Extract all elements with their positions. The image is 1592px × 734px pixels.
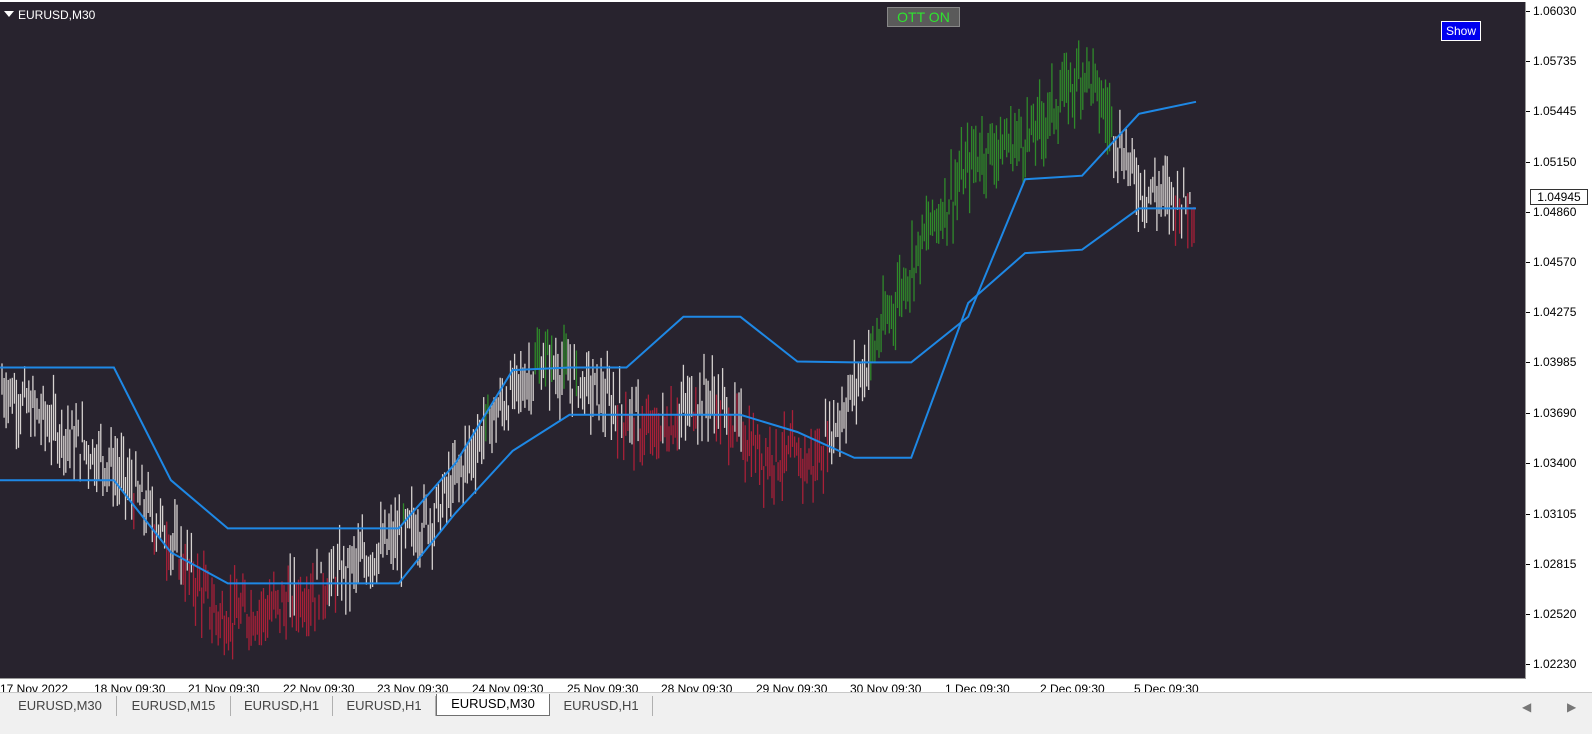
tab-eurusd-h1-1[interactable]: EURUSD,H1: [231, 696, 333, 716]
price-tick: [1526, 261, 1530, 263]
tab-eurusd-m30-active[interactable]: EURUSD,M30: [436, 694, 550, 716]
price-tick: [1526, 563, 1530, 565]
price-tick: [1526, 614, 1530, 616]
price-tick: [1526, 362, 1530, 364]
price-label: 1.02815: [1533, 556, 1577, 571]
tab-label: EURUSD,M30: [18, 698, 102, 713]
price-label: 1.04275: [1533, 305, 1577, 320]
price-tick: [1526, 664, 1530, 666]
price-label: 1.05735: [1533, 54, 1577, 69]
price-label: 1.02520: [1533, 607, 1577, 622]
price-tick: [1526, 10, 1530, 12]
symbol-text: EURUSD,M30: [18, 8, 96, 22]
tab-scroll-right-icon[interactable]: ▶: [1567, 700, 1576, 714]
tab-eurusd-m15[interactable]: EURUSD,M15: [117, 696, 231, 716]
price-tick: [1526, 61, 1530, 63]
tab-eurusd-m30-1[interactable]: EURUSD,M30: [4, 696, 117, 716]
tab-label: EURUSD,M15: [131, 698, 216, 713]
ott-toggle-button[interactable]: OTT ON: [887, 7, 960, 27]
price-label: 1.05150: [1533, 154, 1577, 169]
chart-window: EURUSD,M30 OTT ON Show 1.06030 1.05735 1.0…: [0, 0, 1592, 707]
tab-scroll-left-icon[interactable]: ◀: [1522, 700, 1531, 714]
tab-label: EURUSD,M30: [451, 696, 535, 711]
price-tick: [1526, 161, 1530, 163]
tab-label: EURUSD,H1: [243, 698, 320, 713]
price-tick: [1526, 312, 1530, 314]
price-label: 1.05445: [1533, 104, 1577, 119]
price-label: 1.02230: [1533, 657, 1577, 672]
tab-label: EURUSD,H1: [563, 698, 639, 713]
price-label: 1.03690: [1533, 406, 1577, 421]
price-label: 1.04570: [1533, 254, 1577, 269]
symbol-label: EURUSD,M30: [4, 8, 95, 22]
price-axis[interactable]: 1.06030 1.05735 1.05445 1.05150 1.04860 1.045…: [1526, 2, 1592, 678]
price-label: 1.04860: [1533, 204, 1577, 219]
price-label: 1.03985: [1533, 355, 1577, 370]
price-tick: [1526, 211, 1530, 213]
tab-label: EURUSD,H1: [346, 698, 422, 713]
price-label: 1.03400: [1533, 455, 1577, 470]
chart-tab-bar: EURUSD,M30 EURUSD,M15 EURUSD,H1 EURUSD,H…: [0, 692, 1592, 734]
price-tick: [1526, 413, 1530, 415]
show-button[interactable]: Show: [1441, 21, 1481, 41]
price-label: 1.06030: [1533, 3, 1577, 18]
tab-eurusd-h1-3[interactable]: EURUSD,H1: [550, 696, 653, 716]
dropdown-triangle-icon[interactable]: [4, 11, 14, 17]
price-tick: [1526, 462, 1530, 464]
chart-svg[interactable]: [0, 2, 1525, 678]
price-label: 1.03105: [1533, 506, 1577, 521]
price-chart[interactable]: EURUSD,M30 OTT ON Show: [0, 2, 1526, 679]
ott-lower-band: [0, 207, 1196, 585]
tab-eurusd-h1-2[interactable]: EURUSD,H1: [333, 696, 436, 716]
price-tick: [1526, 513, 1530, 515]
current-price-label: 1.04945: [1530, 189, 1588, 206]
price-tick: [1526, 111, 1530, 113]
